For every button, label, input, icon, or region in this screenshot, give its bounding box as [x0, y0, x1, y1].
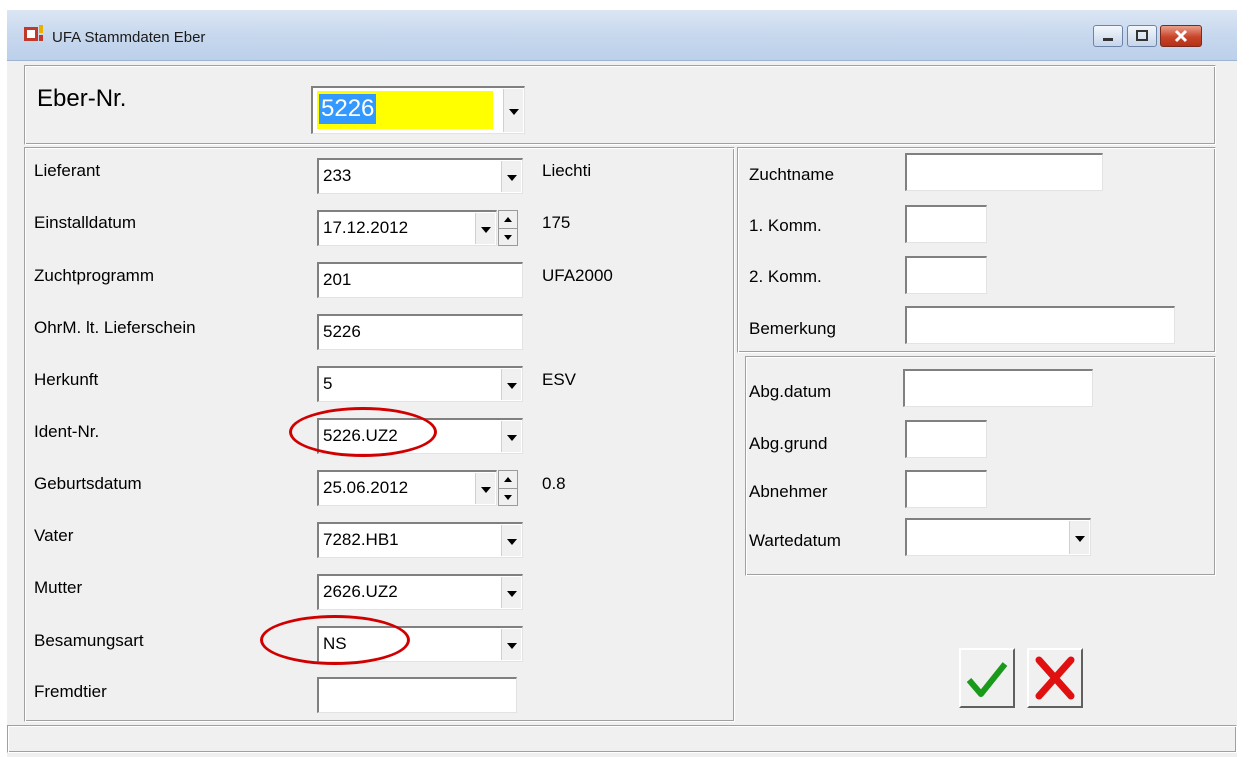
komm1-field[interactable] [905, 205, 987, 243]
eber-nr-label: Eber-Nr. [37, 85, 127, 112]
einstalldatum-label: Einstalldatum [34, 213, 137, 232]
lieferant-info: Liechti [542, 161, 592, 180]
herkunft-label: Herkunft [34, 370, 99, 389]
eber-nr-dropdown-icon[interactable] [503, 89, 523, 132]
abnehmer-field[interactable] [905, 470, 987, 508]
einstalldatum-spinner[interactable] [498, 210, 518, 246]
ident-nr-label: Ident-Nr. [34, 422, 100, 441]
cancel-button[interactable] [1027, 648, 1083, 708]
title-bar[interactable]: UFA Stammdaten Eber [7, 10, 1237, 61]
wartedatum-label: Wartedatum [749, 531, 841, 550]
fremdtier-field[interactable] [317, 677, 517, 713]
geburtsdatum-field[interactable]: 25.06.2012 [317, 470, 497, 506]
geburtsdatum-info: 0.8 [542, 474, 566, 493]
eber-nr-combo[interactable]: 5226 [311, 86, 525, 134]
ohrm-value: 5226 [323, 322, 361, 341]
minimize-icon [1103, 38, 1113, 41]
ident-nr-dropdown-icon[interactable] [501, 421, 521, 452]
annotation-circle-ident [289, 407, 437, 457]
eber-nr-value: 5226 [319, 94, 377, 124]
main-window: UFA Stammdaten Eber Eber-Nr. 5226 Liefer… [7, 10, 1237, 757]
zuchtprogramm-value: 201 [323, 270, 352, 289]
spin-up-icon[interactable] [499, 211, 517, 229]
abggrund-field[interactable] [905, 420, 987, 458]
spin-down-icon[interactable] [499, 489, 517, 506]
window-title: UFA Stammdaten Eber [52, 29, 206, 46]
geburtsdatum-dropdown-icon[interactable] [475, 473, 495, 504]
mutter-dropdown-icon[interactable] [501, 577, 521, 608]
ok-button[interactable] [959, 648, 1015, 708]
komm2-field[interactable] [905, 256, 987, 294]
lieferant-value: 233 [323, 166, 352, 185]
zuchtprogramm-info: UFA2000 [542, 266, 613, 285]
abgdatum-field[interactable] [903, 369, 1093, 407]
zuchtprogramm-field[interactable]: 201 [317, 262, 523, 298]
wartedatum-combo[interactable] [905, 518, 1091, 556]
minimize-button[interactable] [1093, 25, 1123, 47]
besamungsart-dropdown-icon[interactable] [501, 629, 521, 660]
vater-label: Vater [34, 526, 74, 545]
lieferant-combo[interactable]: 233 [317, 158, 523, 194]
spin-down-icon[interactable] [499, 229, 517, 246]
geburtsdatum-label: Geburtsdatum [34, 474, 142, 493]
spin-up-icon[interactable] [499, 471, 517, 489]
abgdatum-label: Abg.datum [749, 382, 832, 401]
mutter-label: Mutter [34, 578, 83, 597]
mutter-value: 2626.UZ2 [323, 582, 398, 601]
besamungsart-label: Besamungsart [34, 631, 144, 650]
vater-combo[interactable]: 7282.HB1 [317, 522, 523, 558]
einstalldatum-value: 17.12.2012 [323, 218, 409, 237]
status-bar [7, 725, 1237, 753]
close-button[interactable] [1160, 25, 1202, 47]
maximize-button[interactable] [1127, 25, 1157, 47]
header-panel [24, 65, 1216, 145]
geburtsdatum-value: 25.06.2012 [323, 478, 409, 497]
zuchtprogramm-label: Zuchtprogramm [34, 266, 154, 285]
app-icon [24, 25, 43, 41]
bemerkung-label: Bemerkung [749, 319, 836, 338]
fremdtier-label: Fremdtier [34, 682, 107, 701]
einstalldatum-info: 175 [542, 213, 571, 232]
komm2-label: 2. Komm. [749, 267, 822, 286]
abggrund-label: Abg.grund [749, 434, 828, 453]
wartedatum-dropdown-icon[interactable] [1069, 521, 1089, 554]
vater-dropdown-icon[interactable] [501, 525, 521, 556]
ohrm-field[interactable]: 5226 [317, 314, 523, 350]
lieferant-dropdown-icon[interactable] [501, 161, 521, 192]
zuchtname-field[interactable] [905, 153, 1103, 191]
ohrm-label: OhrM. lt. Lieferschein [34, 318, 196, 337]
mutter-combo[interactable]: 2626.UZ2 [317, 574, 523, 610]
checkmark-icon [966, 662, 1008, 697]
herkunft-dropdown-icon[interactable] [501, 369, 521, 400]
maximize-icon [1136, 30, 1148, 41]
bemerkung-field[interactable] [905, 306, 1175, 344]
cross-icon [1035, 656, 1075, 700]
geburtsdatum-spinner[interactable] [498, 470, 518, 506]
abnehmer-label: Abnehmer [749, 482, 828, 501]
lieferant-label: Lieferant [34, 161, 101, 180]
close-icon [1174, 29, 1188, 43]
komm1-label: 1. Komm. [749, 216, 822, 235]
herkunft-combo[interactable]: 5 [317, 366, 523, 402]
zuchtname-label: Zuchtname [749, 165, 835, 184]
einstalldatum-dropdown-icon[interactable] [475, 213, 495, 244]
herkunft-info: ESV [542, 370, 577, 389]
einstalldatum-field[interactable]: 17.12.2012 [317, 210, 497, 246]
vater-value: 7282.HB1 [323, 530, 399, 549]
herkunft-value: 5 [323, 374, 333, 393]
annotation-circle-besamungsart [260, 615, 410, 665]
